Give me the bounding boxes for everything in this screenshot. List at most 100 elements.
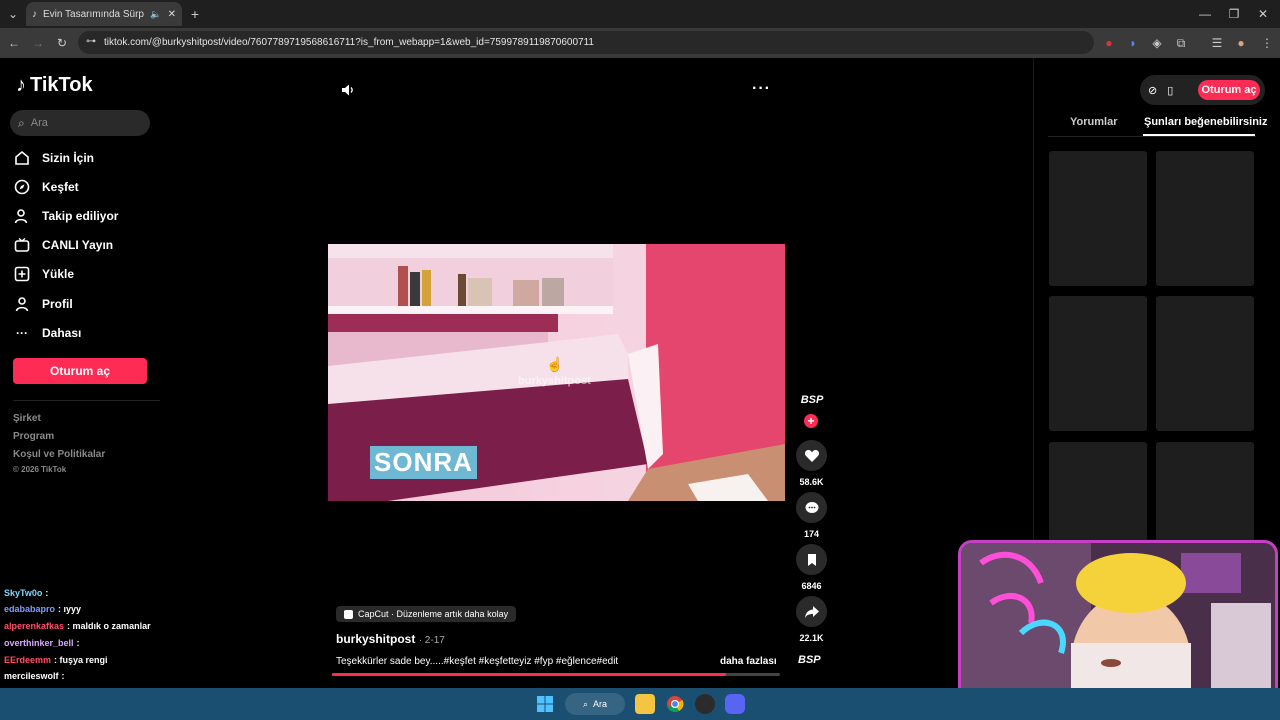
save-action[interactable]: 6846: [796, 544, 827, 591]
chat-message: alperenkafkas: maldık o zamanlar: [4, 621, 151, 631]
volume-icon[interactable]: [338, 80, 358, 100]
chat-text: :: [76, 638, 80, 648]
share-action[interactable]: 22.1K: [796, 596, 827, 643]
suggested-video-thumb[interactable]: [1156, 151, 1254, 286]
tab-close-icon[interactable]: ✕: [168, 9, 176, 20]
nav-label: Dahası: [42, 326, 82, 340]
tiktok-logo[interactable]: ♪ TikTok: [16, 74, 93, 97]
chat-username: edababapro: [4, 604, 56, 614]
comment-icon[interactable]: [796, 492, 827, 523]
cursor-hand-icon: ☝: [546, 356, 564, 372]
nav-upload[interactable]: Yükle: [14, 266, 74, 282]
search-icon: ⌕: [582, 698, 589, 709]
suggested-video-thumb[interactable]: [1049, 151, 1147, 286]
nav-explore[interactable]: Keşfet: [14, 179, 79, 195]
user-icon: [14, 208, 30, 224]
like-count: 58.6K: [799, 477, 824, 487]
share-arrow-icon[interactable]: [796, 596, 827, 627]
music-disc[interactable]: BSP: [798, 654, 821, 666]
more-options-icon[interactable]: ···: [752, 80, 771, 98]
suggested-video-thumb[interactable]: [1156, 296, 1254, 431]
capcut-link[interactable]: CapCut · Düzenleme artık daha kolay: [336, 606, 517, 622]
back-arrow-icon[interactable]: ←: [5, 34, 23, 52]
extensions-puzzle-icon[interactable]: ⧉: [1172, 34, 1190, 52]
chat-text: : maldık o zamanlar: [67, 621, 151, 631]
site-info-icon[interactable]: ⊶: [86, 36, 96, 47]
chat-text: : fuşya rengi: [54, 655, 108, 665]
chat-username: alperenkafkas: [4, 621, 65, 631]
post-date: · 2-17: [418, 635, 445, 646]
tabs-divider: [1048, 136, 1256, 137]
author-name[interactable]: burkyshitpost: [336, 632, 415, 646]
video-overlay-text: SONRA: [370, 446, 477, 479]
tab-suggested[interactable]: Şunları beğenebilirsiniz: [1144, 116, 1267, 128]
restore-button[interactable]: ❐: [1225, 5, 1243, 23]
nav-label: Keşfet: [42, 180, 79, 194]
phone-icon[interactable]: ▯: [1167, 84, 1173, 97]
chat-message: edababapro: ıyyy: [4, 604, 81, 614]
chrome-icon[interactable]: [665, 694, 685, 714]
nav-profile[interactable]: Profil: [14, 296, 73, 312]
more-dots-icon: ···: [16, 326, 28, 340]
chat-username: mercileswolf: [4, 671, 59, 681]
chat-message: overthinker_bell:: [4, 638, 80, 648]
footer-program-link[interactable]: Program: [13, 431, 54, 442]
save-count: 6846: [801, 581, 822, 591]
profile-avatar-icon[interactable]: ●: [1232, 34, 1250, 52]
extension-red-icon[interactable]: ●: [1100, 34, 1118, 52]
extension-shield-icon[interactable]: ◈: [1148, 34, 1166, 52]
address-bar[interactable]: ⊶ tiktok.com/@burkyshitpost/video/760778…: [78, 31, 1094, 54]
video-watermark: burkyshitpost: [518, 375, 591, 387]
close-window-button[interactable]: ✕: [1254, 5, 1272, 23]
file-explorer-icon[interactable]: [635, 694, 655, 714]
minimize-button[interactable]: —: [1196, 5, 1214, 23]
heart-icon[interactable]: [796, 440, 827, 471]
tab-comments[interactable]: Yorumlar: [1070, 116, 1117, 128]
discord-icon[interactable]: [725, 694, 745, 714]
browser-tab[interactable]: ♪ Evin Tasarımında Sürprizler 🔈 ✕: [26, 2, 182, 26]
obs-icon[interactable]: [695, 694, 715, 714]
capcut-icon: [344, 609, 353, 619]
tab-audio-icon[interactable]: 🔈: [150, 9, 161, 20]
nav-following[interactable]: Takip ediliyor: [14, 208, 118, 224]
extension-blue-icon[interactable]: ◗: [1124, 34, 1142, 52]
compass-small-icon[interactable]: ⊘: [1148, 84, 1157, 97]
windows-start-icon[interactable]: [535, 694, 555, 714]
video-progress-fill: [332, 673, 727, 676]
like-action[interactable]: 58.6K: [796, 440, 827, 487]
home-icon: [14, 150, 30, 166]
search-input[interactable]: ⌕ Ara: [10, 110, 150, 136]
reading-list-icon[interactable]: ☰: [1208, 34, 1226, 52]
new-tab-button[interactable]: +: [186, 5, 204, 23]
video-progress-bar[interactable]: [332, 673, 780, 676]
bookmark-icon[interactable]: [796, 544, 827, 575]
reload-icon[interactable]: ↻: [53, 34, 71, 52]
chat-username: SkyTw0o: [4, 588, 43, 598]
nav-live[interactable]: CANLI Yayın: [14, 237, 113, 253]
footer-company-link[interactable]: Şirket: [13, 413, 41, 424]
see-more-link[interactable]: daha fazlası: [720, 656, 777, 667]
footer-copyright: © 2026 TikTok: [13, 465, 67, 474]
video-player[interactable]: burkyshitpost SONRA ☝: [328, 244, 785, 501]
comment-count: 174: [803, 529, 820, 539]
creator-avatar[interactable]: BSP: [798, 394, 826, 414]
tab-title: Evin Tasarımında Sürprizler: [43, 8, 144, 20]
nav-more[interactable]: ··· Dahası: [14, 325, 81, 341]
video-author[interactable]: burkyshitpost · 2-17: [336, 632, 445, 646]
nav-for-you[interactable]: Sizin İçin: [14, 150, 94, 166]
browser-menu-icon[interactable]: ⋮: [1258, 34, 1276, 52]
taskbar-search[interactable]: ⌕ Ara: [565, 693, 625, 715]
login-button[interactable]: Oturum aç: [13, 358, 147, 384]
video-caption: Teşekkürler sade bey.....#keşfet #keşfet…: [336, 656, 619, 667]
suggested-video-thumb[interactable]: [1049, 296, 1147, 431]
tab-list-button[interactable]: ⌄: [4, 5, 22, 23]
chat-text: :: [45, 588, 49, 598]
chat-message: mercileswolf:: [4, 671, 65, 681]
tiktok-favicon-icon: ♪: [32, 8, 37, 20]
login-button-top[interactable]: Oturum aç: [1198, 80, 1260, 100]
forward-arrow-icon[interactable]: →: [29, 34, 47, 52]
footer-terms-link[interactable]: Koşul ve Politikalar: [13, 449, 105, 460]
follow-plus-button[interactable]: +: [804, 414, 818, 428]
comment-action[interactable]: 174: [796, 492, 827, 539]
active-tab-indicator: [1143, 134, 1255, 136]
